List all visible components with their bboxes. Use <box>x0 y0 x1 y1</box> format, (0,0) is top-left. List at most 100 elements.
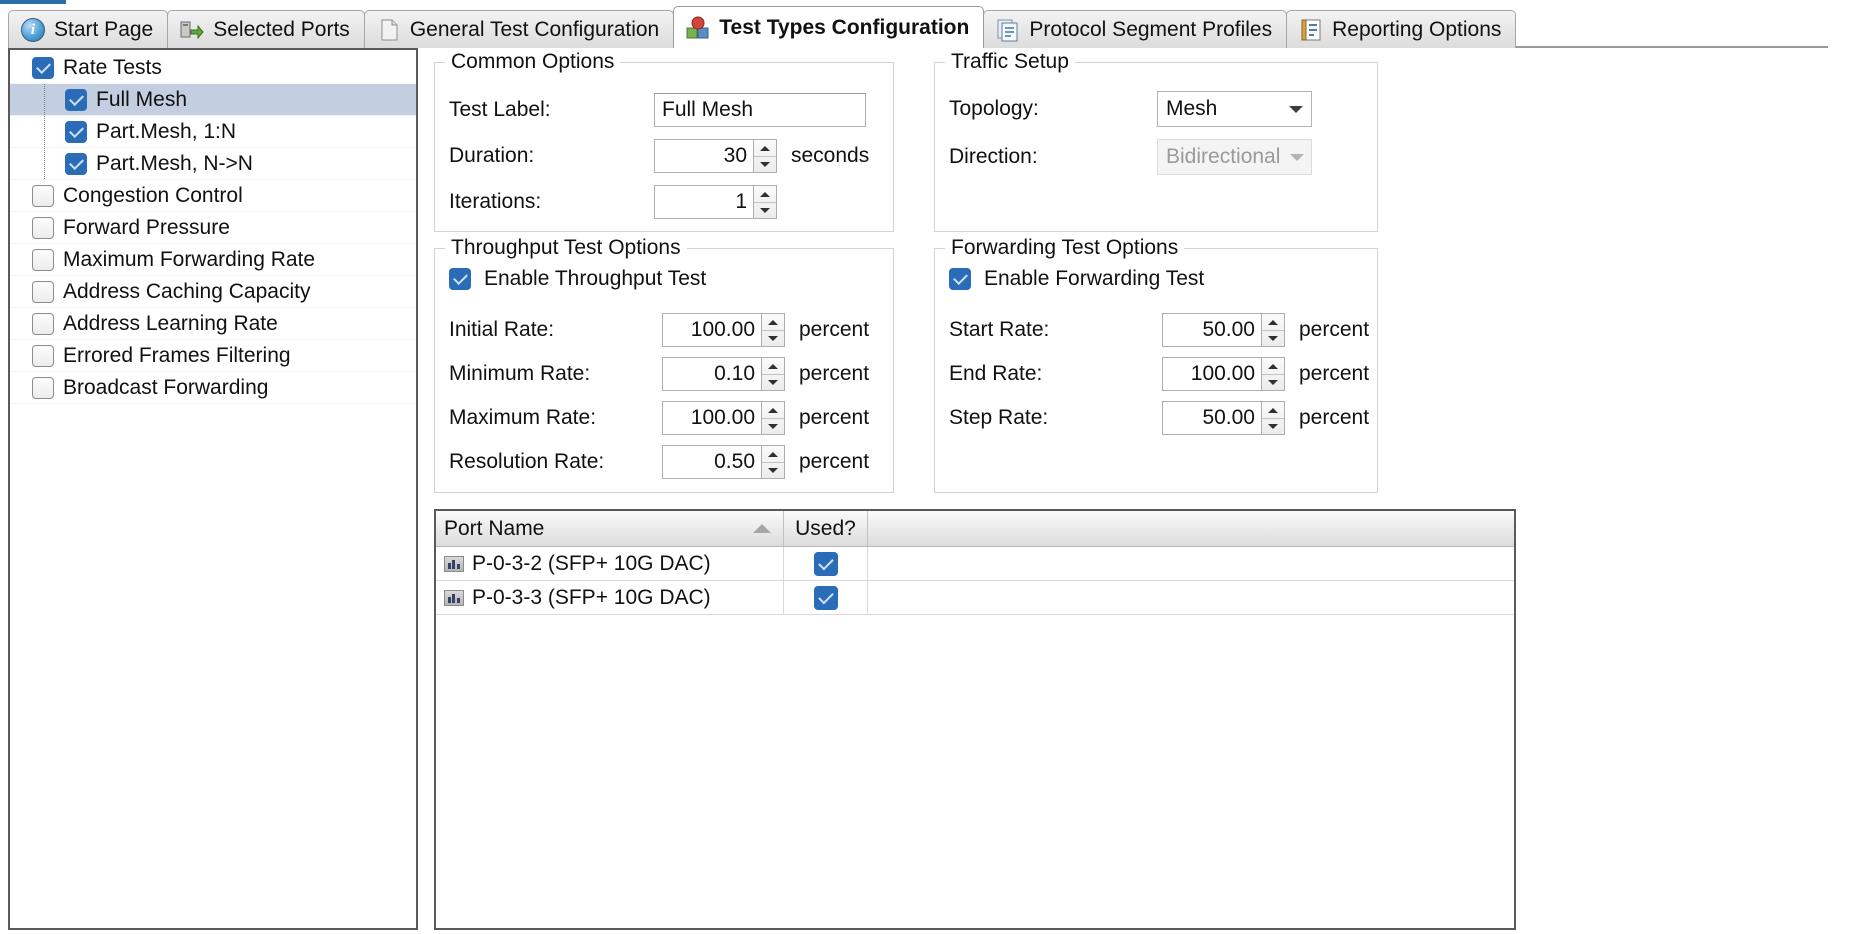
checkbox-checked-icon[interactable] <box>32 56 54 79</box>
checkbox-unchecked-icon[interactable] <box>32 184 54 207</box>
test-label-label: Test Label: <box>449 98 551 121</box>
checkbox-unchecked-icon[interactable] <box>32 280 54 303</box>
end-rate-value[interactable]: 100.00 <box>1162 357 1261 391</box>
duration-increment-button[interactable] <box>754 140 776 156</box>
step-rate-value[interactable]: 50.00 <box>1162 401 1261 435</box>
tree-item-address-learning-rate[interactable]: Address Learning Rate <box>10 308 416 340</box>
tree-item-label: Forward Pressure <box>63 216 230 239</box>
maximum-rate-increment-button[interactable] <box>762 402 784 418</box>
checkbox-unchecked-icon[interactable] <box>32 376 54 399</box>
start-rate-stepper[interactable]: 50.00 <box>1162 313 1285 347</box>
step-rate-stepper-buttons[interactable] <box>1261 401 1285 435</box>
resolution-rate-value[interactable]: 0.50 <box>662 445 761 479</box>
checkbox-checked-icon[interactable] <box>813 551 838 576</box>
configuration-pane: Common Options Test Label: Full Mesh Dur… <box>434 48 1860 930</box>
initial-rate-decrement-button[interactable] <box>762 330 784 346</box>
resolution-rate-unit: percent <box>799 450 870 473</box>
port-name-label: P-0-3-2 (SFP+ 10G DAC) <box>472 551 711 575</box>
minimum-rate-decrement-button[interactable] <box>762 374 784 390</box>
tree-item-congestion-control[interactable]: Congestion Control <box>10 180 416 212</box>
resolution-rate-increment-button[interactable] <box>762 446 784 462</box>
test-label-input[interactable]: Full Mesh <box>654 93 866 127</box>
tree-item-rate-tests[interactable]: Rate Tests <box>10 52 416 84</box>
checkbox-unchecked-icon[interactable] <box>32 312 54 335</box>
table-row[interactable]: P-0-3-2 (SFP+ 10G DAC) <box>436 547 1514 581</box>
panel-splitter[interactable] <box>420 48 434 930</box>
tree-item-address-caching-capacity[interactable]: Address Caching Capacity <box>10 276 416 308</box>
tab-general-test-configuration[interactable]: General Test Configuration <box>363 10 675 48</box>
minimum-rate-stepper-buttons[interactable] <box>761 357 785 391</box>
checkbox-checked-icon[interactable] <box>65 120 87 143</box>
start-rate-stepper-buttons[interactable] <box>1261 313 1285 347</box>
enable-forwarding-test-checkbox[interactable]: Enable Forwarding Test <box>949 267 1204 291</box>
end-rate-stepper-buttons[interactable] <box>1261 357 1285 391</box>
ports-grid[interactable]: Port Name Used? P-0-3-2 (SFP+ 10G DAC) P-0… <box>434 509 1516 930</box>
resolution-rate-stepper[interactable]: 0.50 <box>662 445 785 479</box>
resolution-rate-decrement-button[interactable] <box>762 462 784 478</box>
duration-decrement-button[interactable] <box>754 156 776 172</box>
tree-item-broadcast-forwarding[interactable]: Broadcast Forwarding <box>10 372 416 404</box>
tree-item-forward-pressure[interactable]: Forward Pressure <box>10 212 416 244</box>
tab-label: Reporting Options <box>1332 18 1502 41</box>
table-row[interactable]: P-0-3-3 (SFP+ 10G DAC) <box>436 581 1514 615</box>
initial-rate-value[interactable]: 100.00 <box>662 313 761 347</box>
tree-item-full-mesh[interactable]: Full Mesh <box>10 84 416 116</box>
initial-rate-stepper[interactable]: 100.00 <box>662 313 785 347</box>
resolution-rate-row: Resolution Rate: 0.50 percent <box>449 445 869 479</box>
enable-throughput-test-checkbox[interactable]: Enable Throughput Test <box>449 267 706 291</box>
start-rate-decrement-button[interactable] <box>1262 330 1284 346</box>
initial-rate-stepper-buttons[interactable] <box>761 313 785 347</box>
minimum-rate-unit: percent <box>799 362 870 385</box>
checkbox-unchecked-icon[interactable] <box>32 216 54 239</box>
tab-selected-ports[interactable]: Selected Ports <box>167 10 365 48</box>
tab-start-page[interactable]: i Start Page <box>8 10 169 48</box>
start-rate-increment-button[interactable] <box>1262 314 1284 330</box>
minimum-rate-value[interactable]: 0.10 <box>662 357 761 391</box>
ports-grid-header-name[interactable]: Port Name <box>436 511 784 546</box>
initial-rate-increment-button[interactable] <box>762 314 784 330</box>
tab-protocol-segment-profiles[interactable]: Protocol Segment Profiles <box>983 10 1288 48</box>
end-rate-decrement-button[interactable] <box>1262 374 1284 390</box>
direction-row: Direction: Bidirectional <box>949 139 1369 175</box>
duration-stepper[interactable]: 30 <box>654 139 777 173</box>
common-options-group: Common Options Test Label: Full Mesh Dur… <box>434 50 894 232</box>
step-rate-increment-button[interactable] <box>1262 402 1284 418</box>
topology-select[interactable]: Mesh <box>1157 91 1312 127</box>
maximum-rate-value[interactable]: 100.00 <box>662 401 761 435</box>
duration-value[interactable]: 30 <box>654 139 753 173</box>
ports-grid-cell-used[interactable] <box>784 581 868 614</box>
test-types-tree[interactable]: Rate Tests Full Mesh Part.Mesh, 1:N Part.Me… <box>10 50 416 928</box>
tab-reporting-options[interactable]: Reporting Options <box>1286 10 1517 48</box>
iterations-value[interactable]: 1 <box>654 185 753 219</box>
maximum-rate-row: Maximum Rate: 100.00 percent <box>449 401 869 435</box>
maximum-rate-stepper-buttons[interactable] <box>761 401 785 435</box>
ports-grid-header-used[interactable]: Used? <box>784 511 868 546</box>
step-rate-stepper[interactable]: 50.00 <box>1162 401 1285 435</box>
maximum-rate-decrement-button[interactable] <box>762 418 784 434</box>
iterations-stepper-buttons[interactable] <box>753 185 777 219</box>
ports-grid-cell-used[interactable] <box>784 547 868 580</box>
tab-test-types-configuration[interactable]: Test Types Configuration <box>673 6 985 48</box>
tree-item-part-mesh-1-n[interactable]: Part.Mesh, 1:N <box>10 116 416 148</box>
step-rate-decrement-button[interactable] <box>1262 418 1284 434</box>
minimum-rate-stepper[interactable]: 0.10 <box>662 357 785 391</box>
checkbox-unchecked-icon[interactable] <box>32 248 54 271</box>
tree-connector-line <box>44 116 45 147</box>
checkbox-checked-icon[interactable] <box>65 152 87 175</box>
start-rate-value[interactable]: 50.00 <box>1162 313 1261 347</box>
iterations-increment-button[interactable] <box>754 186 776 202</box>
maximum-rate-stepper[interactable]: 100.00 <box>662 401 785 435</box>
minimum-rate-increment-button[interactable] <box>762 358 784 374</box>
end-rate-increment-button[interactable] <box>1262 358 1284 374</box>
iterations-decrement-button[interactable] <box>754 202 776 218</box>
tree-item-part-mesh-n-n[interactable]: Part.Mesh, N->N <box>10 148 416 180</box>
tree-item-maximum-forwarding-rate[interactable]: Maximum Forwarding Rate <box>10 244 416 276</box>
checkbox-checked-icon[interactable] <box>65 88 87 111</box>
checkbox-checked-icon[interactable] <box>813 585 838 610</box>
iterations-stepper[interactable]: 1 <box>654 185 777 219</box>
checkbox-unchecked-icon[interactable] <box>32 344 54 367</box>
end-rate-stepper[interactable]: 100.00 <box>1162 357 1285 391</box>
resolution-rate-stepper-buttons[interactable] <box>761 445 785 479</box>
duration-stepper-buttons[interactable] <box>753 139 777 173</box>
tree-item-errored-frames-filtering[interactable]: Errored Frames Filtering <box>10 340 416 372</box>
